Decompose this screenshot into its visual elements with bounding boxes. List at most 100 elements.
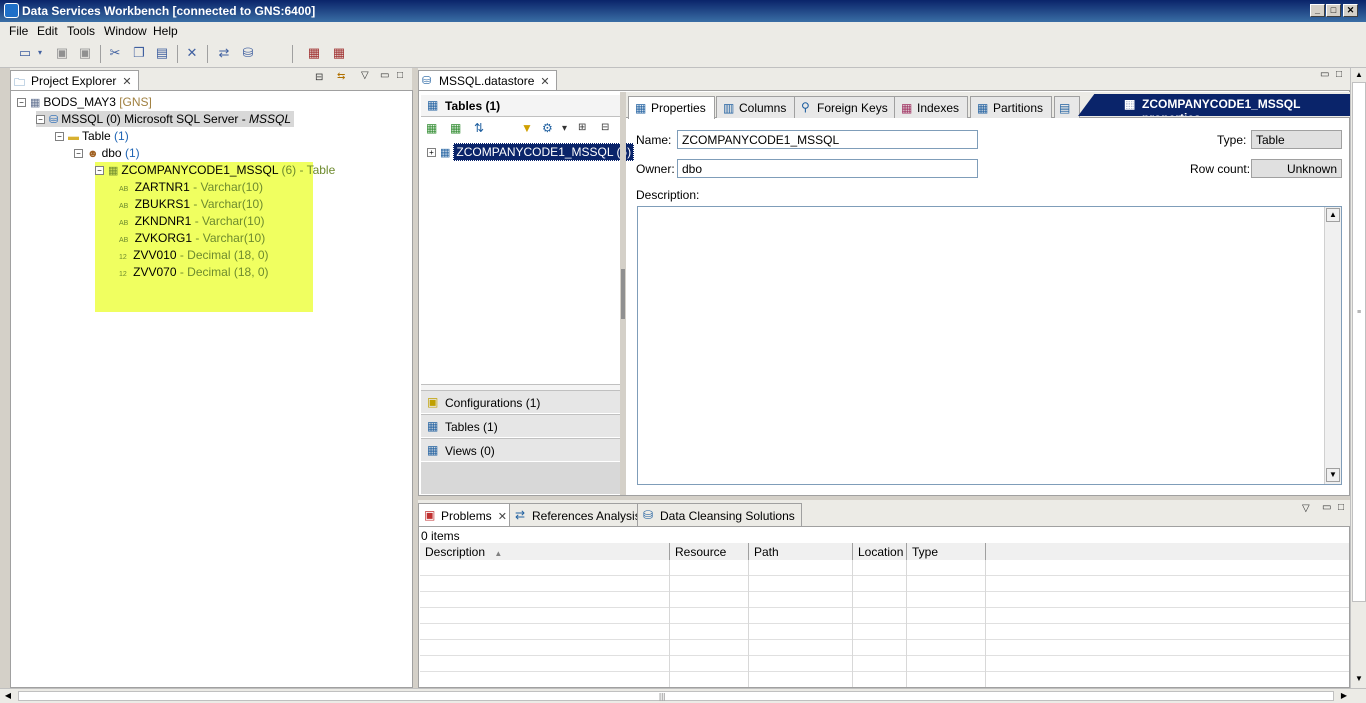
rtl-export-icon[interactable]: ▦ <box>331 45 347 61</box>
rtl-icon[interactable]: ▦ <box>306 45 322 61</box>
collapse-icon[interactable]: − <box>55 132 64 141</box>
table-row <box>420 592 1349 608</box>
name-field[interactable]: ZCOMPANYCODE1_MSSQL <box>677 130 978 149</box>
vertical-splitter[interactable] <box>620 92 626 495</box>
minimize-view-icon[interactable]: ▭ <box>1322 502 1331 513</box>
scroll-right-icon[interactable]: ▶ <box>1338 690 1350 702</box>
collapse-all-icon[interactable]: ⊟ <box>315 72 323 83</box>
tree-column[interactable]: AB ZARTNR1 - Varchar(10) <box>119 179 263 195</box>
section-configurations[interactable]: ▣ Configurations (1) <box>421 390 620 413</box>
link-editor-icon[interactable]: ⇆ <box>337 71 345 82</box>
scroll-thumb[interactable]: ||| <box>18 691 1334 701</box>
scroll-down-icon[interactable]: ▼ <box>1352 672 1366 686</box>
minimize-view-icon[interactable]: ▭ <box>1320 69 1329 80</box>
tab-label: Problems <box>441 509 492 523</box>
collapse-icon[interactable]: − <box>95 166 104 175</box>
tab-project-explorer[interactable]: 🗀Project Explorer✕ <box>10 70 139 90</box>
dropdown-icon[interactable]: ▾ <box>562 123 567 134</box>
collapse-icon[interactable]: − <box>36 115 45 124</box>
tab-foreign-keys[interactable]: ⚲ Foreign Keys <box>794 96 897 118</box>
maximize-view-icon[interactable]: □ <box>1336 69 1342 80</box>
minimize-button[interactable]: _ <box>1310 4 1325 17</box>
section-tables[interactable]: ▦ Tables (1) <box>421 414 620 437</box>
menu-edit[interactable]: Edit <box>37 24 58 38</box>
filter-icon[interactable]: ▼ <box>521 121 533 135</box>
tree-column[interactable]: 12 ZVV010 - Decimal (18, 0) <box>119 247 269 263</box>
tree-table[interactable]: −▦ZCOMPANYCODE1_MSSQL (6) - Table <box>95 162 335 178</box>
column-header-description[interactable]: Description ▲ <box>420 543 670 560</box>
tree-column[interactable]: AB ZKNDNR1 - Varchar(10) <box>119 213 265 229</box>
view-menu-icon[interactable]: ▽ <box>361 70 369 81</box>
column-header-type[interactable]: Type <box>907 543 986 560</box>
window-vertical-scrollbar[interactable]: ▲ ≡ ▼ <box>1350 68 1366 688</box>
expand-icon[interactable]: + <box>427 148 436 157</box>
menu-bar: File Edit Tools Window Help <box>0 22 1366 40</box>
collapse-all-icon[interactable]: ⊟ <box>601 122 609 133</box>
settings-icon[interactable]: ⚙ <box>542 121 553 135</box>
tree-root[interactable]: −▦BODS_MAY3 [GNS] <box>17 94 152 110</box>
rowcount-label: Row count: <box>1190 162 1250 176</box>
close-icon[interactable]: ✕ <box>122 76 131 88</box>
scroll-up-icon[interactable]: ▲ <box>1326 208 1340 222</box>
save-icon[interactable]: ▣ <box>54 45 70 61</box>
close-icon[interactable]: ✕ <box>498 511 507 523</box>
add-related-icon[interactable]: ▦ <box>450 121 461 135</box>
close-button[interactable]: ✕ <box>1343 4 1358 17</box>
tab-mssql-datastore[interactable]: ⛁MSSQL.datastore✕ <box>418 70 557 90</box>
menu-window[interactable]: Window <box>104 24 147 38</box>
tree-datastore[interactable]: −⛁MSSQL (0) Microsoft SQL Server - MSSQL <box>36 111 294 127</box>
tab-data-cleansing[interactable]: ⛁ Data Cleansing Solutions <box>637 503 802 526</box>
cut-icon[interactable]: ✂ <box>107 45 123 61</box>
tab-indexes[interactable]: ▦ Indexes <box>894 96 968 118</box>
tree-column[interactable]: AB ZVKORG1 - Varchar(10) <box>119 230 265 246</box>
tab-references-analysis[interactable]: ⇄ References Analysis <box>509 503 648 526</box>
collapse-icon[interactable]: − <box>17 98 26 107</box>
import-icon[interactable]: ⇅ <box>474 121 484 135</box>
view-menu-icon[interactable]: ▽ <box>1302 503 1310 514</box>
delete-icon[interactable]: ✕ <box>184 45 200 61</box>
column-header-location[interactable]: Location <box>853 543 907 560</box>
tree-column[interactable]: AB ZBUKRS1 - Varchar(10) <box>119 196 263 212</box>
tree-schema[interactable]: −☻dbo (1) <box>74 145 140 161</box>
scroll-left-icon[interactable]: ◀ <box>2 690 14 702</box>
new-dropdown-icon[interactable]: ▾ <box>35 45 45 61</box>
window-horizontal-scrollbar[interactable]: ◀ ||| ▶ <box>0 688 1366 703</box>
new-icon[interactable]: ▭ <box>17 45 33 61</box>
expand-all-icon[interactable]: ⊞ <box>578 122 586 133</box>
database-icon[interactable]: ⛁ <box>240 45 256 61</box>
column-header-resource[interactable]: Resource <box>670 543 749 560</box>
tree-folder-table[interactable]: −▬Table (1) <box>55 128 129 144</box>
description-textarea[interactable]: ▲ ▼ <box>637 206 1342 485</box>
tables-pane-item[interactable]: +▦ZCOMPANYCODE1_MSSQL (6) <box>427 144 634 160</box>
scroll-up-icon[interactable]: ▲ <box>1352 68 1366 82</box>
tab-properties[interactable]: ▦ Properties <box>628 96 715 119</box>
minimize-view-icon[interactable]: ▭ <box>380 70 389 81</box>
user-icon: ☻ <box>87 146 99 162</box>
tab-more[interactable]: ▤ <box>1054 96 1080 118</box>
maximize-view-icon[interactable]: □ <box>397 70 403 81</box>
splitter-handle[interactable] <box>621 269 625 319</box>
paste-icon[interactable]: ▤ <box>154 45 170 61</box>
menu-help[interactable]: Help <box>153 24 178 38</box>
scroll-down-icon[interactable]: ▼ <box>1326 468 1340 482</box>
description-scrollbar[interactable]: ▲ ▼ <box>1324 207 1341 484</box>
tab-partitions[interactable]: ▦ Partitions <box>970 96 1052 118</box>
menu-tools[interactable]: Tools <box>67 24 95 38</box>
tab-problems[interactable]: ▣ Problems✕ <box>418 503 514 526</box>
collapse-icon[interactable]: − <box>74 149 83 158</box>
section-views[interactable]: ▦ Views (0) <box>421 438 620 461</box>
maximize-view-icon[interactable]: □ <box>1338 502 1344 513</box>
owner-field[interactable]: dbo <box>677 159 978 178</box>
menu-file[interactable]: File <box>9 24 28 38</box>
window-titlebar: Data Services Workbench [connected to GN… <box>0 0 1366 22</box>
maximize-button[interactable]: □ <box>1326 4 1341 17</box>
copy-icon[interactable]: ❐ <box>131 45 147 61</box>
import-icon[interactable]: ⇄ <box>216 45 232 61</box>
save-all-icon[interactable]: ▣ <box>77 45 93 61</box>
tree-column[interactable]: 12 ZVV070 - Decimal (18, 0) <box>119 264 269 280</box>
scroll-thumb[interactable]: ≡ <box>1352 82 1366 602</box>
tab-columns[interactable]: ▥ Columns <box>716 96 795 118</box>
add-table-icon[interactable]: ▦ <box>426 121 437 135</box>
close-icon[interactable]: ✕ <box>540 76 549 88</box>
column-header-path[interactable]: Path <box>749 543 853 560</box>
